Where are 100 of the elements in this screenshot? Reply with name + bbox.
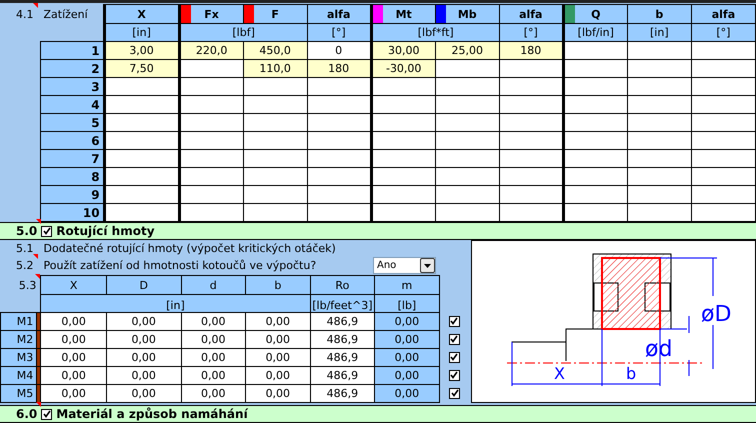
table-cell[interactable]: 0,00: [246, 312, 310, 330]
table-cell[interactable]: [435, 150, 500, 168]
table-cell[interactable]: [104, 96, 180, 114]
table-cell[interactable]: [499, 204, 564, 222]
table-cell[interactable]: 0,00: [40, 348, 106, 366]
table-cell[interactable]: [435, 186, 500, 204]
row-checkbox[interactable]: [448, 370, 460, 380]
table-cell[interactable]: [179, 168, 244, 186]
table-cell[interactable]: [371, 204, 436, 222]
table-cell[interactable]: [371, 114, 436, 132]
table-cell[interactable]: [104, 168, 180, 186]
row-checkbox[interactable]: [448, 316, 460, 326]
table-cell[interactable]: 0,00: [106, 366, 181, 384]
table-cell[interactable]: [435, 168, 500, 186]
table-cell[interactable]: 3,00: [104, 42, 180, 60]
table-cell[interactable]: 486,9: [310, 330, 375, 348]
table-cell[interactable]: [371, 150, 436, 168]
table-cell[interactable]: [499, 114, 564, 132]
table-cell[interactable]: 7,50: [104, 60, 180, 78]
table-cell[interactable]: [307, 96, 372, 114]
table-cell[interactable]: [243, 204, 308, 222]
table-cell[interactable]: 0,00: [181, 330, 246, 348]
table-cell[interactable]: [371, 186, 436, 204]
table-cell[interactable]: [691, 42, 756, 60]
table-cell[interactable]: 110,0: [243, 60, 308, 78]
dropdown[interactable]: Ano: [373, 257, 436, 274]
table-cell[interactable]: [243, 168, 308, 186]
table-cell[interactable]: [307, 168, 372, 186]
table-cell[interactable]: [104, 186, 180, 204]
table-cell[interactable]: [243, 78, 308, 96]
table-cell[interactable]: [435, 96, 500, 114]
table-cell[interactable]: [179, 114, 244, 132]
row-checkbox[interactable]: [448, 334, 460, 344]
table-cell[interactable]: [499, 186, 564, 204]
table-cell[interactable]: [691, 168, 756, 186]
table-cell[interactable]: [691, 78, 756, 96]
row-checkbox[interactable]: [448, 352, 460, 362]
table-cell[interactable]: [563, 42, 628, 60]
table-cell[interactable]: [627, 150, 692, 168]
table-cell[interactable]: [104, 204, 180, 222]
table-cell[interactable]: [627, 60, 692, 78]
table-cell[interactable]: [307, 150, 372, 168]
table-cell[interactable]: [691, 114, 756, 132]
table-cell[interactable]: [179, 60, 244, 78]
table-cell[interactable]: 0: [307, 42, 372, 60]
table-cell[interactable]: [435, 60, 500, 78]
table-cell[interactable]: [243, 186, 308, 204]
table-cell[interactable]: 220,0: [179, 42, 244, 60]
table-cell[interactable]: 486,9: [310, 384, 375, 402]
table-cell[interactable]: 0,00: [181, 366, 246, 384]
section-checkbox[interactable]: [41, 408, 52, 420]
table-cell[interactable]: [104, 132, 180, 150]
table-cell[interactable]: [627, 186, 692, 204]
table-cell[interactable]: 0,00: [40, 384, 106, 402]
table-cell[interactable]: [307, 204, 372, 222]
table-cell[interactable]: [371, 132, 436, 150]
table-cell[interactable]: [104, 150, 180, 168]
table-cell[interactable]: [627, 132, 692, 150]
table-cell[interactable]: [307, 186, 372, 204]
table-cell[interactable]: 30,00: [371, 42, 436, 60]
table-cell[interactable]: 0,00: [181, 312, 246, 330]
table-cell[interactable]: 0,00: [181, 384, 246, 402]
table-cell[interactable]: [627, 42, 692, 60]
table-cell[interactable]: [104, 78, 180, 96]
table-cell[interactable]: [627, 204, 692, 222]
table-cell[interactable]: [563, 60, 628, 78]
table-cell[interactable]: 0,00: [40, 312, 106, 330]
table-cell[interactable]: [627, 96, 692, 114]
table-cell[interactable]: [179, 186, 244, 204]
table-cell[interactable]: [307, 78, 372, 96]
table-cell[interactable]: [307, 114, 372, 132]
table-cell[interactable]: [563, 114, 628, 132]
table-cell[interactable]: -30,00: [371, 60, 436, 78]
table-cell[interactable]: 486,9: [310, 312, 375, 330]
table-cell[interactable]: [179, 150, 244, 168]
table-cell[interactable]: [499, 132, 564, 150]
table-cell[interactable]: [563, 150, 628, 168]
table-cell[interactable]: [691, 60, 756, 78]
table-cell[interactable]: [243, 96, 308, 114]
table-cell[interactable]: 180: [499, 42, 564, 60]
table-cell[interactable]: 0,00: [106, 348, 181, 366]
table-cell[interactable]: 0,00: [246, 330, 310, 348]
row-checkbox[interactable]: [449, 388, 460, 398]
table-cell[interactable]: 0,00: [40, 366, 106, 384]
table-cell[interactable]: [435, 132, 500, 150]
table-cell[interactable]: [307, 132, 372, 150]
table-cell[interactable]: [179, 78, 244, 96]
table-cell[interactable]: 0,00: [106, 330, 181, 348]
table-cell[interactable]: 450,0: [243, 42, 308, 60]
table-cell[interactable]: [179, 204, 244, 222]
table-cell[interactable]: [563, 186, 628, 204]
table-cell[interactable]: [435, 78, 500, 96]
table-cell[interactable]: [499, 78, 564, 96]
table-cell[interactable]: [499, 168, 564, 186]
table-cell[interactable]: [563, 132, 628, 150]
table-cell[interactable]: [499, 96, 564, 114]
table-cell[interactable]: [563, 204, 628, 222]
table-cell[interactable]: [104, 114, 180, 132]
table-cell[interactable]: [691, 186, 756, 204]
table-cell[interactable]: [499, 60, 564, 78]
